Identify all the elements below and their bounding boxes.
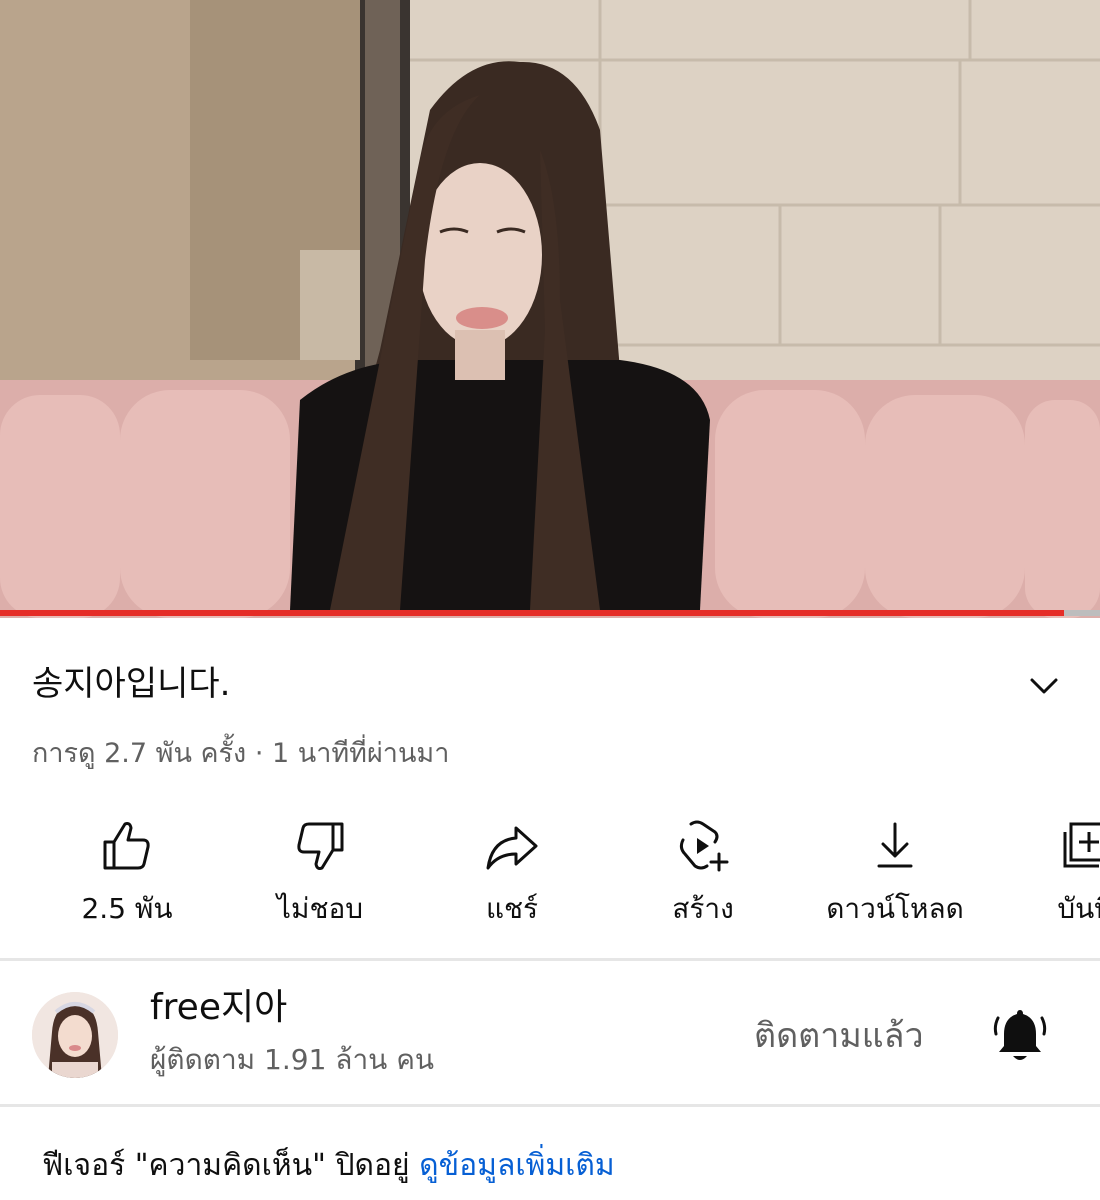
bell-icon[interactable] — [992, 1004, 1048, 1064]
learn-more-link[interactable]: ดูข้อมูลเพิ่มเติม — [419, 1148, 614, 1183]
thumbs-down-icon — [297, 822, 344, 870]
like-count: 2.5 พัน — [81, 892, 173, 925]
action-bar: 2.5 พัน ไม่ชอบ แชร์ สร้าง ดาวน์โหลด บัน — [0, 808, 1100, 948]
chevron-down-icon[interactable] — [1020, 668, 1068, 704]
create-clip-icon — [679, 820, 729, 872]
dislike-label: ไม่ชอบ — [276, 892, 364, 925]
download-icon — [877, 822, 913, 868]
channel-avatar[interactable] — [32, 992, 118, 1078]
download-button[interactable]: ดาวน์โหลด — [800, 808, 990, 938]
subscriber-count: ผู้ติดตาม 1.91 ล้าน คน — [150, 1043, 435, 1076]
save-label: บันทึ — [1057, 892, 1100, 925]
subscribed-button[interactable]: ติดตามแล้ว — [754, 1012, 924, 1060]
meta-separator: · — [246, 738, 272, 769]
divider — [0, 958, 1100, 961]
upload-time: 1 นาทีที่ผ่านมา — [271, 738, 450, 769]
video-player[interactable] — [0, 0, 1100, 618]
video-frame — [0, 0, 1100, 618]
add-to-playlist-icon — [1063, 822, 1100, 868]
create-label: สร้าง — [672, 892, 734, 925]
share-label: แชร์ — [485, 892, 539, 925]
dislike-button[interactable]: ไม่ชอบ — [225, 808, 415, 938]
divider — [0, 1104, 1100, 1107]
share-button[interactable]: แชร์ — [417, 808, 607, 938]
comments-disabled-text: ฟีเจอร์ "ความคิดเห็น" ปิดอยู่ — [42, 1148, 420, 1183]
create-button[interactable]: สร้าง — [608, 808, 798, 938]
view-count: การดู 2.7 พัน ครั้ง — [32, 738, 247, 769]
channel-name[interactable]: free지아 — [150, 984, 287, 1032]
avatar-image — [32, 992, 118, 1078]
comments-disabled-notice: ฟีเจอร์ "ความคิดเห็น" ปิดอยู่ ดูข้อมูลเพ… — [42, 1144, 615, 1188]
video-metadata[interactable]: การดู 2.7 พัน ครั้ง · 1 นาทีที่ผ่านมา — [32, 734, 449, 774]
share-arrow-icon — [486, 826, 538, 870]
video-progress-played — [0, 610, 1064, 616]
thumbs-up-icon — [103, 822, 150, 870]
video-progress-bar[interactable] — [0, 610, 1100, 616]
video-title[interactable]: 송지아입니다. — [32, 660, 231, 708]
save-button[interactable]: บันทึ — [990, 808, 1100, 938]
like-button[interactable]: 2.5 พัน — [32, 808, 222, 938]
download-label: ดาวน์โหลด — [826, 892, 964, 925]
